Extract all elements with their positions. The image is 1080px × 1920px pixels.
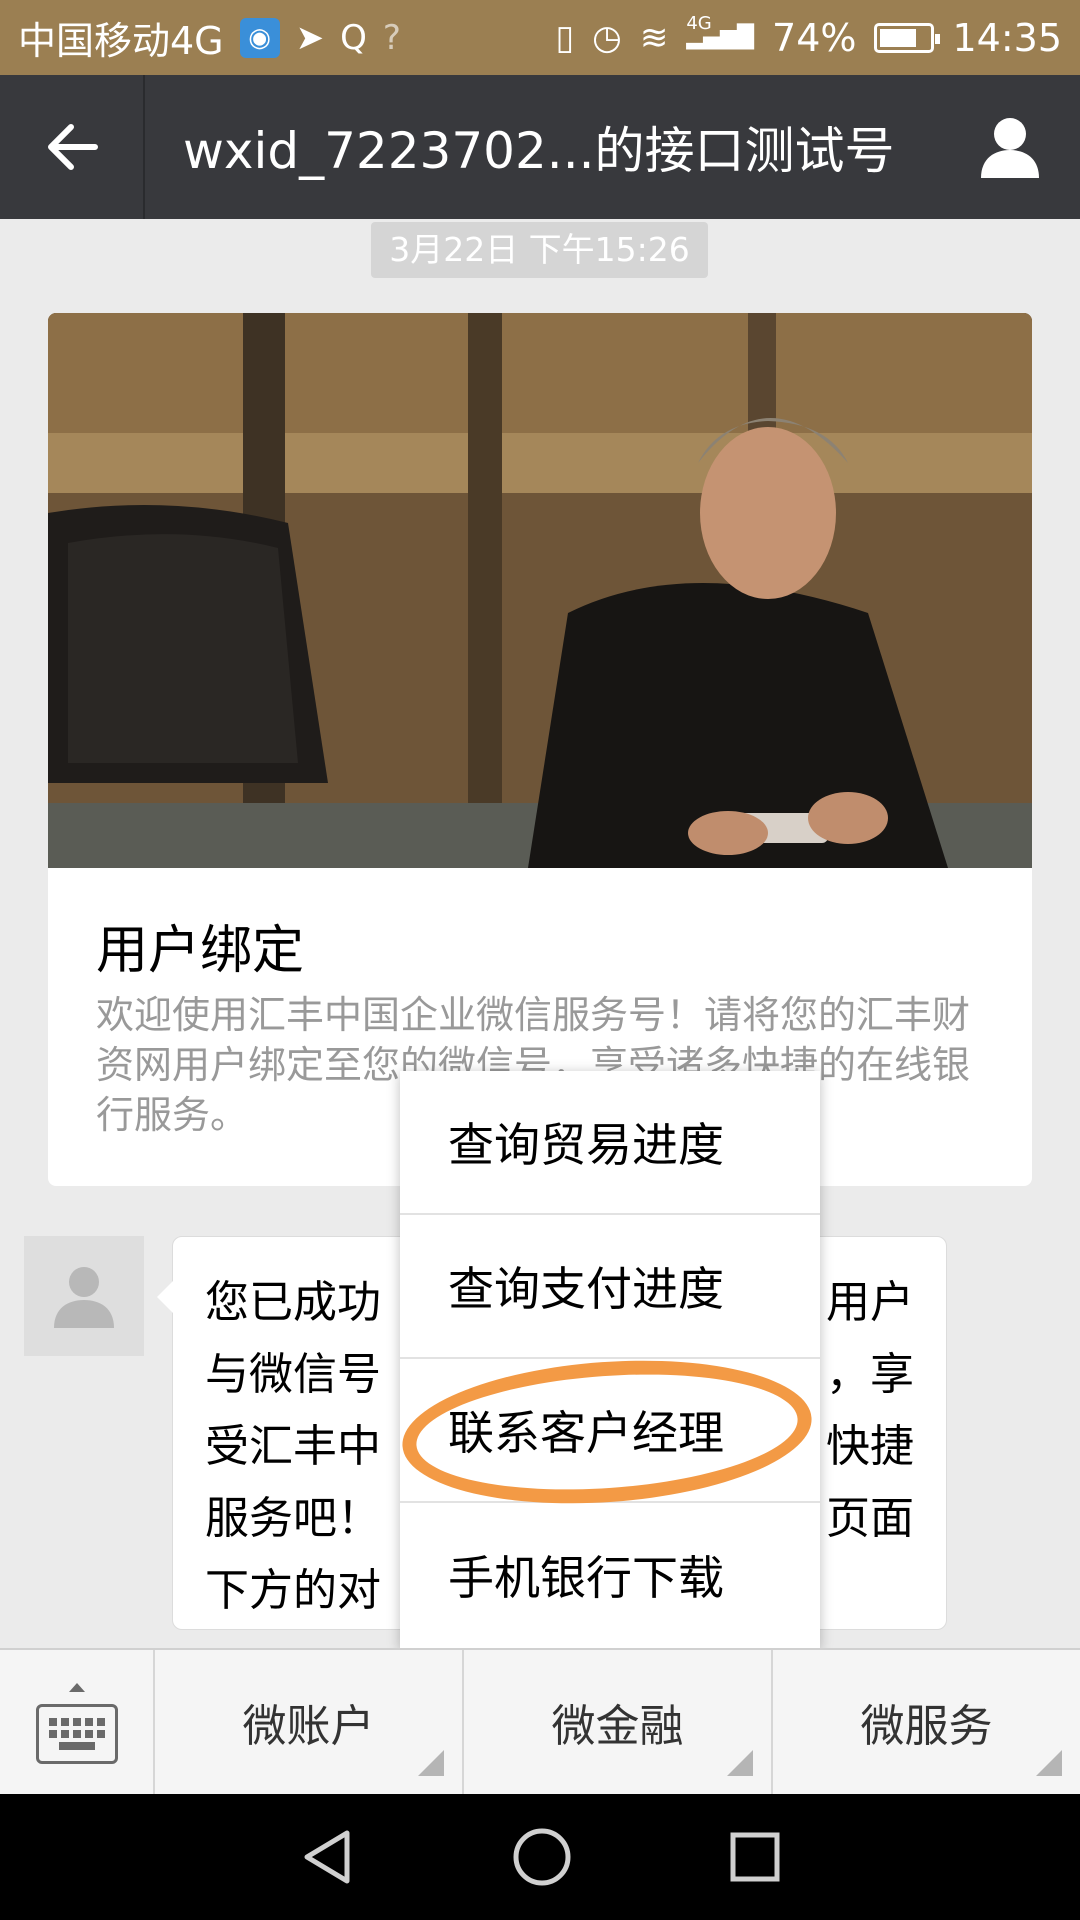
person-icon — [54, 1267, 114, 1328]
bottom-menu: 微账户 微金融 微服务 — [0, 1648, 1080, 1796]
battery-icon — [874, 22, 941, 53]
menu-tab-label: 微服务 — [860, 1701, 993, 1752]
keyboard-toggle-button[interactable] — [0, 1650, 155, 1796]
article-title: 用户绑定 — [96, 921, 305, 981]
message-line: 受汇丰中 — [205, 1421, 381, 1472]
network-badge: 4G — [686, 12, 712, 34]
system-nav-bar — [0, 1794, 1080, 1920]
message-line: 与微信号 — [205, 1349, 381, 1400]
clock: 14:35 — [952, 15, 1062, 60]
person-icon — [981, 118, 1039, 178]
menu-item-mobile-banking-download[interactable]: 手机银行下载 — [400, 1503, 820, 1647]
submenu-indicator-icon — [418, 1750, 444, 1776]
message-line: 服务吧！ — [205, 1493, 381, 1544]
message-line-right: 页面 — [826, 1493, 914, 1544]
arrow-left-icon — [47, 124, 98, 170]
message-timestamp: 3月22日 下午15:26 — [371, 222, 708, 278]
popup-menu: 查询贸易进度 查询支付进度 联系客户经理 手机银行下载 — [400, 1071, 820, 1649]
profile-button[interactable] — [940, 75, 1080, 219]
hotspot-icon: ◉ — [239, 17, 280, 58]
menu-tab-finance[interactable]: 微金融 — [464, 1650, 773, 1794]
page-title: wxid_7223702...的接口测试号 — [183, 122, 895, 180]
nav-back-icon[interactable] — [297, 1827, 357, 1887]
nav-recents-icon[interactable] — [727, 1829, 783, 1885]
telegram-icon: ➤ — [295, 17, 325, 58]
menu-tab-label: 微金融 — [551, 1701, 684, 1752]
wifi-question-icon: ? — [382, 17, 401, 58]
battery-fill — [880, 28, 917, 47]
menu-item-contact-manager[interactable]: 联系客户经理 — [400, 1359, 820, 1503]
message-line: 下方的对 — [205, 1565, 381, 1616]
menu-tab-service[interactable]: 微服务 — [773, 1650, 1080, 1794]
alarm-icon: ◷ — [592, 17, 622, 58]
article-cover-image — [48, 313, 1032, 868]
keyboard-icon — [35, 1703, 118, 1764]
article-card[interactable]: 用户绑定 欢迎使用汇丰中国企业微信服务号！请将您的汇丰财资网用户绑定至您的微信号… — [48, 313, 1032, 1186]
nav-home-icon[interactable] — [510, 1825, 574, 1889]
menu-item-trade-progress[interactable]: 查询贸易进度 — [400, 1071, 820, 1215]
menu-tab-label: 微账户 — [242, 1701, 375, 1752]
vibrate-icon: ▯ — [555, 17, 575, 58]
carrier-label: 中国移动4G — [18, 19, 224, 63]
submenu-indicator-icon — [727, 1750, 753, 1776]
chevron-up-icon — [68, 1682, 85, 1692]
message-line: 您已成功 — [205, 1277, 381, 1328]
message-line-right: 用户 — [826, 1277, 914, 1328]
avatar[interactable] — [24, 1236, 144, 1356]
submenu-indicator-icon — [1036, 1750, 1062, 1776]
signal-icon: 4G ▂▄▆█ — [686, 12, 755, 50]
office-photo — [48, 313, 1032, 868]
message-line-right: ，享 — [826, 1349, 914, 1400]
battery-percent: 74% — [772, 15, 857, 60]
menu-tab-account[interactable]: 微账户 — [155, 1650, 464, 1794]
status-bar: 中国移动4G ◉ ➤ Q ? ▯ ◷ ≋ 4G ▂▄▆█ 74% 14:35 — [0, 0, 1080, 75]
wifi-icon: ≋ — [639, 17, 669, 58]
q-icon: Q — [340, 17, 367, 58]
back-button[interactable] — [0, 75, 145, 219]
message-line-right: 快捷 — [826, 1421, 914, 1472]
title-bar: wxid_7223702...的接口测试号 — [0, 75, 1080, 219]
menu-item-payment-progress[interactable]: 查询支付进度 — [400, 1215, 820, 1359]
